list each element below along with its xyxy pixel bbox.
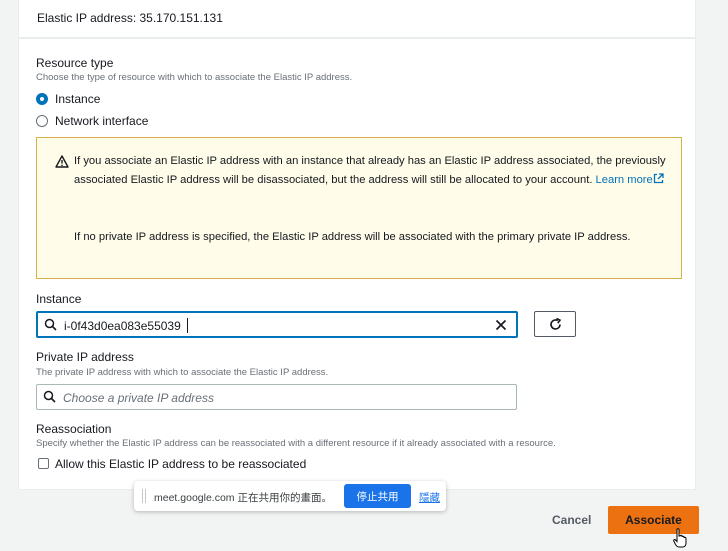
resource-type-description: Choose the type of resource with which t… bbox=[36, 72, 353, 83]
alert-message-1: If you associate an Elastic IP address w… bbox=[74, 152, 674, 190]
hand-cursor-icon bbox=[673, 528, 687, 548]
learn-more-link[interactable]: Learn more bbox=[596, 173, 664, 186]
reassociate-checkbox[interactable] bbox=[38, 458, 49, 469]
drag-handle-icon[interactable] bbox=[142, 489, 146, 503]
warning-alert: If you associate an Elastic IP address w… bbox=[36, 137, 682, 279]
refresh-icon bbox=[550, 317, 562, 330]
header-panel: Elastic IP address: 35.170.151.131 bbox=[18, 0, 696, 38]
stop-sharing-button[interactable]: 停止共用 bbox=[344, 484, 411, 508]
external-link-icon bbox=[653, 173, 664, 184]
refresh-button[interactable] bbox=[534, 311, 576, 337]
cancel-button[interactable]: Cancel bbox=[552, 513, 591, 527]
private-ip-select[interactable]: Choose a private IP address bbox=[36, 384, 517, 410]
reassociation-description: Specify whether the Elastic IP address c… bbox=[36, 438, 556, 449]
instance-input-value: i-0f43d0ea083e55039 bbox=[64, 319, 181, 333]
network-interface-radio[interactable] bbox=[36, 115, 48, 127]
clear-icon[interactable] bbox=[495, 319, 507, 331]
reassociate-checkbox-label[interactable]: Allow this Elastic IP address to be reas… bbox=[55, 457, 306, 471]
instance-radio[interactable] bbox=[36, 93, 48, 105]
alert-message-2: If no private IP address is specified, t… bbox=[74, 231, 631, 243]
text-cursor bbox=[187, 318, 188, 333]
search-icon bbox=[44, 318, 57, 331]
search-icon bbox=[43, 390, 56, 403]
instance-radio-label[interactable]: Instance bbox=[55, 92, 100, 106]
elastic-ip-address-text: Elastic IP address: 35.170.151.131 bbox=[37, 11, 223, 25]
alert-text-1: If you associate an Elastic IP address w… bbox=[74, 155, 666, 186]
screen-share-bar: meet.google.com 正在共用你的畫面。 停止共用 隱藏 bbox=[134, 481, 446, 511]
private-ip-description: The private IP address with which to ass… bbox=[36, 367, 329, 378]
instance-label: Instance bbox=[36, 292, 82, 306]
screen-share-message: meet.google.com 正在共用你的畫面。 bbox=[154, 492, 332, 504]
private-ip-label: Private IP address bbox=[36, 350, 134, 364]
reassociation-label: Reassociation bbox=[36, 422, 112, 436]
resource-type-label: Resource type bbox=[36, 56, 114, 70]
instance-search-input[interactable]: i-0f43d0ea083e55039 bbox=[36, 311, 518, 338]
private-ip-placeholder: Choose a private IP address bbox=[63, 391, 214, 405]
network-interface-radio-label[interactable]: Network interface bbox=[55, 114, 148, 128]
warning-icon bbox=[55, 155, 69, 168]
hide-link[interactable]: 隱藏 bbox=[419, 490, 440, 505]
associate-form-card: Resource type Choose the type of resourc… bbox=[18, 38, 696, 490]
